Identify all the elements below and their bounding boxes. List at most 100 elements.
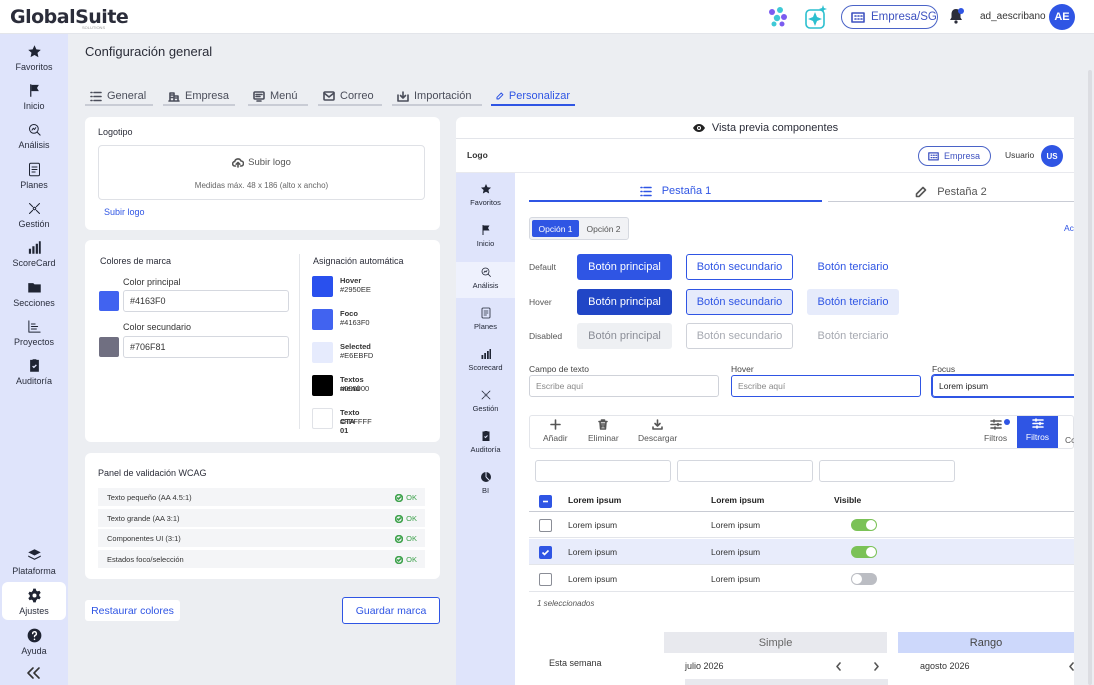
preview-tab-label: Pestaña 1 <box>661 185 712 197</box>
sidebar-item-ayuda[interactable]: Ayuda <box>0 626 68 666</box>
preview-nav-favoritos[interactable]: Favoritos <box>456 183 515 217</box>
sidebar-item-auditoria[interactable]: Auditoría <box>0 356 68 396</box>
table-toolbar: Añadir Eliminar Descargar Filtros Filtro… <box>529 415 1074 449</box>
filter-input-3[interactable] <box>819 460 955 482</box>
text-field-default[interactable]: Escribe aquí <box>529 375 719 397</box>
primary-color-swatch[interactable] <box>99 291 119 311</box>
row-checkbox[interactable] <box>539 519 552 532</box>
sidebar-item-inicio[interactable]: Inicio <box>0 81 68 121</box>
tab-importacion[interactable]: Importación <box>392 88 482 106</box>
sidebar-item-ajustes[interactable]: Ajustes <box>2 582 66 620</box>
date-mode-range-tab[interactable]: Rango <box>898 632 1074 653</box>
app-logo[interactable]: GlobalSuite <box>10 6 129 28</box>
color-swatch <box>312 342 333 363</box>
tab-correo[interactable]: Correo <box>318 88 382 106</box>
preview-tab-1[interactable]: Pestaña 1 <box>529 182 822 202</box>
tab-general[interactable]: General <box>85 88 153 106</box>
filter-input-2[interactable] <box>677 460 813 482</box>
table-row[interactable]: Lorem ipsum Lorem ipsum <box>529 566 1074 592</box>
tab-empresa[interactable]: Empresa <box>163 88 235 106</box>
row-checkbox[interactable] <box>539 546 552 559</box>
list-icon <box>639 186 652 196</box>
date-mode-simple-tab[interactable]: Simple <box>664 632 887 653</box>
ai-sparkle-icon[interactable] <box>804 4 828 30</box>
sidebar-item-secciones[interactable]: Secciones <box>0 278 68 318</box>
divider <box>299 254 300 429</box>
tertiary-button-hover[interactable]: Botón terciario <box>807 289 899 315</box>
column-header[interactable]: Lorem ipsum <box>568 495 621 505</box>
sidebar-item-gestion[interactable]: Gestión <box>0 199 68 239</box>
add-button[interactable]: Añadir <box>543 419 568 443</box>
text-field-focus[interactable]: Lorem ipsum <box>932 375 1074 397</box>
sidebar-item-favoritos[interactable]: Favoritos <box>0 42 68 82</box>
segment-option-1[interactable]: Opción 1 <box>532 220 579 237</box>
sidebar-item-label: Ayuda <box>21 646 47 656</box>
preview-accent-link[interactable]: Ac <box>1064 223 1074 233</box>
assignment-name: Selected <box>340 342 371 351</box>
tab-menu[interactable]: Menú <box>248 88 308 106</box>
chevron-right-icon[interactable] <box>873 662 880 671</box>
upload-logo-link[interactable]: Subir logo <box>104 207 145 217</box>
table-row[interactable]: Lorem ipsum Lorem ipsum <box>529 539 1074 565</box>
gear-icon <box>27 588 41 603</box>
preview-nav-bi[interactable]: BI <box>456 471 515 505</box>
wcag-status-text: OK <box>406 534 417 543</box>
column-header[interactable]: Lorem ipsum <box>711 495 764 505</box>
primary-color-input[interactable]: #4163F0 <box>123 290 289 312</box>
secondary-color-input[interactable]: #706F81 <box>123 336 289 358</box>
username[interactable]: ad_aescribano <box>980 11 1046 22</box>
sidebar-item-planes[interactable]: Planes <box>0 160 68 200</box>
company-label: Empresa/SG <box>871 11 937 23</box>
segment-option-2[interactable]: Opción 2 <box>580 220 627 237</box>
primary-button-hover[interactable]: Botón principal <box>577 289 672 315</box>
save-brand-button[interactable]: Guardar marca <box>342 597 440 624</box>
visible-toggle[interactable] <box>851 519 877 531</box>
preview-nav-inicio[interactable]: Inicio <box>456 224 515 258</box>
preview-company-button[interactable]: Empresa <box>918 146 991 166</box>
logo-upload-dropzone[interactable]: Subir logo Medidas máx. 48 x 186 (alto x… <box>98 145 425 200</box>
segmented-control: Opción 1 Opción 2 <box>529 217 629 240</box>
preview-nav-analisis[interactable]: Análisis <box>456 262 515 298</box>
user-avatar[interactable]: AE <box>1049 4 1075 30</box>
restore-colors-button[interactable]: Restaurar colores <box>85 600 180 621</box>
column-header[interactable]: Visible <box>834 495 861 505</box>
chevron-left-icon[interactable] <box>1068 662 1074 671</box>
preview-nav-gestion[interactable]: Gestión <box>456 389 515 423</box>
date-preset-this-week[interactable]: Esta semana <box>549 658 602 668</box>
page-scrollbar[interactable] <box>1088 70 1092 685</box>
sidebar-item-scorecard[interactable]: ScoreCard <box>0 238 68 278</box>
filters-active-button[interactable]: Filtros <box>1017 416 1058 448</box>
more-button[interactable]: Co <box>1065 432 1074 445</box>
delete-label: Eliminar <box>588 433 619 443</box>
filter-input-1[interactable] <box>535 460 671 482</box>
preview-nav-label: Favoritos <box>470 198 501 207</box>
secondary-button-default[interactable]: Botón secundario <box>686 254 793 280</box>
sidebar-item-plataforma[interactable]: Plataforma <box>0 546 68 586</box>
row-checkbox[interactable] <box>539 573 552 586</box>
page-title: Configuración general <box>85 44 213 59</box>
tab-personalizar[interactable]: Personalizar <box>491 88 575 106</box>
delete-button[interactable]: Eliminar <box>588 419 619 443</box>
chevron-left-icon[interactable] <box>835 662 842 671</box>
primary-button-default[interactable]: Botón principal <box>577 254 672 280</box>
preview-nav-auditoria[interactable]: Auditoría <box>456 430 515 464</box>
sidebar-item-analisis[interactable]: Análisis <box>0 120 68 160</box>
tertiary-button-default[interactable]: Botón terciario <box>807 254 899 280</box>
company-selector-button[interactable]: Empresa/SG <box>841 5 938 29</box>
apps-dots-icon[interactable] <box>766 5 790 29</box>
secondary-color-swatch[interactable] <box>99 337 119 357</box>
text-field-hover[interactable]: Escribe aquí <box>731 375 921 397</box>
sidebar-item-proyectos[interactable]: Proyectos <box>0 317 68 357</box>
table-row[interactable]: Lorem ipsum Lorem ipsum <box>529 512 1074 538</box>
preview-nav-planes[interactable]: Planes <box>456 307 515 341</box>
mail-icon <box>323 91 335 101</box>
download-button[interactable]: Descargar <box>638 419 677 443</box>
collapse-sidebar-icon[interactable] <box>25 666 41 680</box>
visible-toggle[interactable] <box>851 573 877 585</box>
preview-avatar[interactable]: US <box>1041 145 1063 167</box>
preview-nav-scorecard[interactable]: Scorecard <box>456 348 515 382</box>
select-all-checkbox[interactable] <box>539 495 552 508</box>
secondary-button-hover[interactable]: Botón secundario <box>686 289 793 315</box>
preview-tab-2[interactable]: Pestaña 2 <box>828 182 1074 202</box>
visible-toggle[interactable] <box>851 546 877 558</box>
